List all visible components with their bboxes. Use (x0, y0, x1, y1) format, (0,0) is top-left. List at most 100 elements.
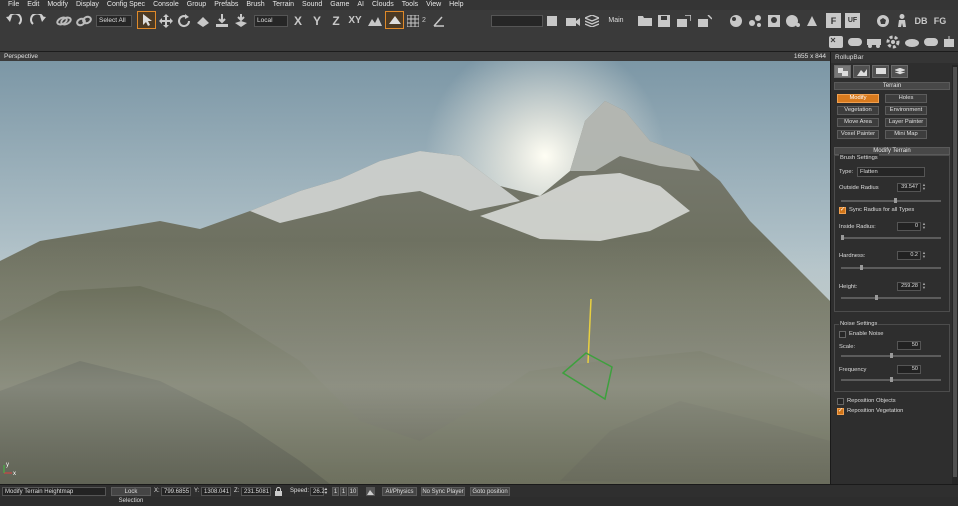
menu-console[interactable]: Console (149, 0, 183, 10)
outside-radius-spinner[interactable]: ▲ ▼ (922, 183, 926, 192)
terrain-modify-button[interactable]: Modify (837, 94, 879, 103)
hardness-slider[interactable] (841, 267, 941, 269)
terrain-vegetation-button[interactable]: Vegetation (837, 106, 879, 115)
axis-y-button[interactable]: Y (311, 13, 323, 28)
goto-position-button[interactable]: Goto position (470, 487, 510, 496)
inside-radius-field[interactable]: 0 (897, 222, 921, 231)
viewport-3d[interactable]: x y (0, 61, 830, 484)
axis-x-button[interactable]: X (292, 13, 304, 28)
menu-terrain[interactable]: Terrain (269, 0, 298, 10)
save-icon[interactable] (656, 13, 672, 28)
terrain-move-area-button[interactable]: Move Area (837, 118, 879, 127)
settings-gear-icon[interactable] (885, 34, 901, 49)
camera-main-label[interactable]: Main (606, 13, 626, 28)
db-button[interactable]: DB (913, 13, 929, 28)
speed-option-1b[interactable]: 1 (340, 487, 347, 496)
slider-knob[interactable] (875, 295, 878, 300)
hardness-field[interactable]: 0.2 (897, 251, 921, 260)
sync-radius-checkbox[interactable]: ✓ (839, 207, 846, 214)
speed-option-1[interactable]: 1 (332, 487, 339, 496)
reposition-vegetation-checkbox[interactable]: ✓ (837, 408, 844, 415)
speed-option-10[interactable]: 10 (348, 487, 358, 496)
height-slider[interactable] (841, 297, 941, 299)
terrain-tool-icon[interactable] (385, 11, 404, 29)
select-all-dropdown[interactable]: Select All (96, 15, 132, 27)
character-editor-icon[interactable] (766, 13, 782, 28)
import-icon[interactable] (697, 13, 713, 28)
rollup-scrollbar[interactable] (952, 65, 958, 484)
snap-to-object-icon[interactable] (233, 13, 249, 28)
menu-config-spec[interactable]: Config Spec (103, 0, 149, 10)
flowgraph-f-button[interactable]: F (826, 13, 841, 28)
terrain-collision-icon[interactable] (366, 487, 376, 496)
ai-physics-button[interactable]: AI/Physics (382, 487, 417, 496)
tab-display[interactable] (872, 65, 889, 78)
flowgraph-icon[interactable] (804, 13, 820, 28)
lock-selection-button[interactable]: Lock Selection (111, 487, 151, 504)
speed-field[interactable]: 26.2 (310, 487, 325, 496)
menu-game[interactable]: Game (326, 0, 353, 10)
height-field[interactable]: 259.28 (897, 282, 921, 291)
soccer-ball-icon[interactable] (875, 13, 891, 28)
move-icon[interactable] (158, 13, 174, 28)
menu-clouds[interactable]: Clouds (368, 0, 398, 10)
angle-snap-icon[interactable] (432, 13, 446, 28)
camera-icon[interactable] (565, 13, 581, 28)
scale-field[interactable]: 50 (897, 341, 921, 350)
character-icon[interactable] (894, 13, 910, 28)
menu-brush[interactable]: Brush (242, 0, 268, 10)
terrain-voxel-painter-button[interactable]: Voxel Painter (837, 130, 879, 139)
database-icon[interactable] (785, 13, 801, 28)
scale-icon[interactable] (195, 13, 211, 28)
slider-knob[interactable] (841, 235, 844, 240)
menu-prefabs[interactable]: Prefabs (210, 0, 242, 10)
outside-radius-field[interactable]: 39.547 (897, 183, 921, 192)
undo-icon[interactable] (4, 13, 24, 28)
layers-icon[interactable] (584, 13, 600, 28)
rotate-icon[interactable] (176, 13, 192, 28)
ui-editor-button[interactable]: UF (845, 13, 860, 28)
rollup-scrollbar-thumb[interactable] (953, 67, 957, 477)
terrain-snap-icon[interactable] (367, 13, 383, 28)
height-spinner[interactable]: ▲ ▼ (922, 282, 926, 291)
terrain-holes-button[interactable]: Holes (885, 94, 927, 103)
vehicle-icon[interactable] (866, 34, 882, 49)
menu-help[interactable]: Help (445, 0, 467, 10)
menu-edit[interactable]: Edit (23, 0, 43, 10)
frequency-field[interactable]: 50 (897, 365, 921, 374)
slider-knob[interactable] (860, 265, 863, 270)
gamepad-alt-icon[interactable] (923, 34, 939, 49)
axis-xy-button[interactable]: XY (347, 13, 363, 28)
menu-modify[interactable]: Modify (43, 0, 72, 10)
x-coord-field[interactable]: 799.6855 (161, 487, 191, 496)
inside-radius-slider[interactable] (841, 237, 941, 239)
y-coord-field[interactable]: 1308.041 (201, 487, 231, 496)
terrain-environment-button[interactable]: Environment (885, 106, 927, 115)
particle-editor-icon[interactable] (747, 13, 763, 28)
select-arrow-icon[interactable] (137, 11, 156, 29)
hardness-spinner[interactable]: ▲ ▼ (922, 251, 926, 260)
terrain-mini-map-button[interactable]: Mini Map (885, 130, 927, 139)
fg-button[interactable]: FG (932, 13, 948, 28)
menu-tools[interactable]: Tools (398, 0, 422, 10)
coord-system-dropdown[interactable]: Local (254, 15, 288, 27)
terrain-layer-painter-button[interactable]: Layer Painter (885, 118, 927, 127)
terrain-section-header[interactable]: Terrain (834, 82, 950, 90)
axis-z-button[interactable]: Z (330, 13, 342, 28)
cloud-icon[interactable] (904, 34, 920, 49)
grid-icon[interactable] (406, 13, 420, 28)
link-icon[interactable] (56, 13, 72, 28)
mannequin-icon[interactable] (828, 34, 844, 49)
open-folder-icon[interactable] (637, 13, 653, 28)
menu-sound[interactable]: Sound (298, 0, 326, 10)
menu-ai[interactable]: AI (353, 0, 368, 10)
speed-spinner[interactable]: ▲ ▼ (324, 487, 328, 496)
slider-knob[interactable] (894, 198, 897, 203)
tab-objects[interactable] (834, 65, 851, 78)
outside-radius-slider[interactable] (841, 200, 941, 202)
brush-type-dropdown[interactable]: Flatten (857, 167, 925, 177)
menu-view[interactable]: View (422, 0, 445, 10)
menu-display[interactable]: Display (72, 0, 103, 10)
slider-knob[interactable] (890, 353, 893, 358)
material-editor-icon[interactable] (728, 13, 744, 28)
